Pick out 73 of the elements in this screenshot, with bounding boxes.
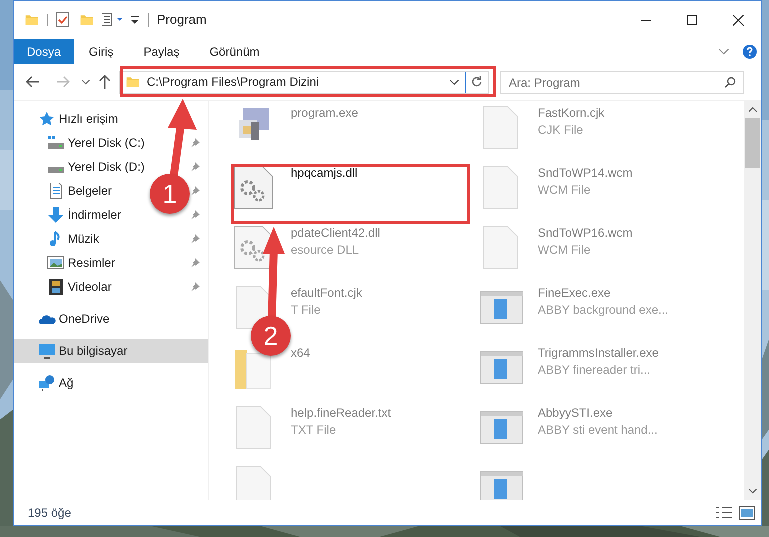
drive-icon (47, 167, 65, 173)
details-view-icon[interactable] (715, 506, 733, 520)
picture-icon (47, 255, 65, 271)
file-name[interactable]: SndToWP16.wcm (538, 226, 633, 240)
download-arrow-icon (47, 207, 65, 223)
customize-arrow-icon[interactable] (130, 15, 140, 25)
star-icon (38, 111, 56, 127)
item-count: 195 öğe (28, 504, 72, 522)
dropdown-icon[interactable] (450, 80, 459, 84)
ribbon-tab[interactable]: Paylaş (128, 39, 195, 64)
sidebar-item[interactable]: Yerel Disk (D:) (47, 158, 145, 176)
sidebar-item[interactable]: Hızlı erişim (38, 110, 118, 128)
scrollbar-thumb[interactable] (745, 118, 760, 168)
file-type: TXT File (291, 423, 338, 437)
window-title: Program (157, 11, 207, 30)
file-type: esource DLL (291, 243, 360, 257)
pin-icon[interactable] (190, 186, 200, 196)
file-name[interactable]: FineExec.exe (538, 286, 669, 300)
ribbon-tab[interactable]: Giriş (74, 39, 129, 64)
pin-icon[interactable] (190, 210, 200, 220)
film-icon (47, 279, 65, 295)
file-name[interactable]: SndToWP14.wcm (538, 166, 633, 180)
pin-icon[interactable] (190, 138, 200, 148)
network-icon (38, 375, 56, 391)
sidebar-item[interactable]: Videolar (47, 278, 112, 296)
pin-icon[interactable] (190, 162, 200, 172)
file-name[interactable]: help.fineReader.txt (291, 406, 392, 420)
file-type: ABBY finereader tri... (538, 363, 652, 377)
up-arrow-icon[interactable] (99, 75, 111, 89)
file-name[interactable]: hpqcamjs.dll (291, 166, 358, 180)
search-field[interactable]: Ara: Program (500, 71, 744, 94)
monitor-icon (38, 343, 56, 359)
sidebar-item[interactable]: OneDrive (38, 310, 110, 328)
file-name[interactable]: AbbyySTI.exe (538, 406, 658, 420)
file-name[interactable]: efaultFont.cjk (291, 286, 362, 300)
sidebar-item[interactable]: Resimler (47, 254, 116, 272)
file-type: WCM File (538, 183, 592, 197)
scrollbar[interactable] (744, 101, 761, 500)
help-icon[interactable] (743, 44, 757, 58)
large-icons-view-icon[interactable] (739, 506, 755, 520)
file-name[interactable]: FastKorn.cjk (538, 106, 605, 120)
file-name[interactable]: TrigrammsInstaller.exe (538, 346, 659, 360)
ribbon-tab[interactable]: Dosya (14, 39, 74, 64)
search-icon[interactable] (725, 76, 736, 88)
back-arrow-icon[interactable] (26, 76, 40, 88)
sidebar-item[interactable]: Müzik (47, 230, 100, 248)
close-icon (732, 14, 744, 26)
scroll-down-icon[interactable] (748, 489, 756, 494)
file-type: ABBY background exe... (538, 303, 669, 317)
maximize-icon (687, 15, 697, 25)
file-name[interactable]: x64 (291, 346, 310, 360)
file-name[interactable]: pdateClient42.dll (291, 226, 380, 240)
scroll-up-icon[interactable] (748, 107, 756, 112)
sidebar-item[interactable]: Yerel Disk (C:) (47, 134, 145, 152)
sidebar-item[interactable]: Belgeler (47, 182, 112, 200)
file-type: ABBY sti event hand... (538, 423, 658, 437)
ribbon-tab[interactable]: Görünüm (194, 39, 275, 64)
drive-icon (47, 135, 65, 151)
file-name[interactable]: program.exe (291, 106, 358, 120)
refresh-icon[interactable] (471, 76, 483, 88)
pin-icon[interactable] (190, 282, 200, 292)
expand-ribbon-icon[interactable] (719, 48, 729, 54)
pin-icon[interactable] (190, 234, 200, 244)
checklist-icon[interactable] (56, 12, 70, 28)
sidebar-item[interactable]: Ağ (38, 374, 74, 392)
file-type: T File (291, 303, 322, 317)
sidebar-item[interactable]: İndirmeler (47, 206, 122, 224)
file-type: WCM File (538, 243, 592, 257)
properties-icon[interactable] (102, 13, 124, 27)
address-field[interactable]: C:\Program Files\Program Dizini (119, 70, 489, 94)
chevron-down-icon[interactable] (82, 80, 90, 84)
file-type: CJK File (538, 123, 584, 137)
pin-icon[interactable] (190, 258, 200, 268)
